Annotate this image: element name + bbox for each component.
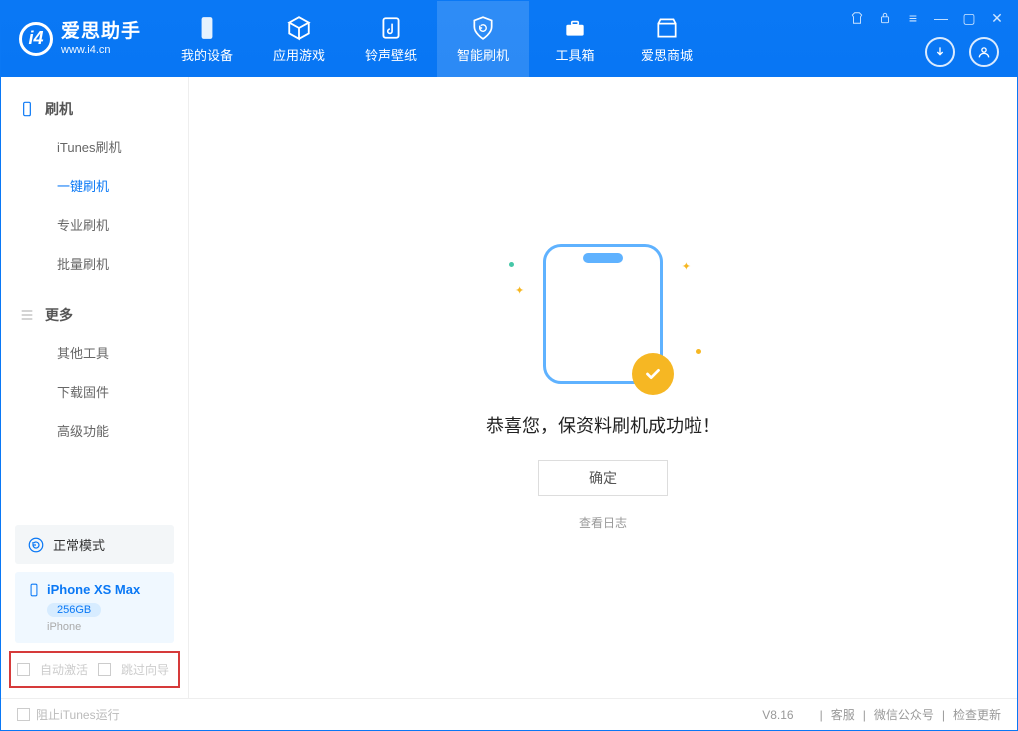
sidebar: 刷机 iTunes刷机 一键刷机 专业刷机 批量刷机 更多 其他工具 下载固件 … [1,77,189,698]
phone-small-icon [19,101,35,117]
app-window: i4 爱思助手 www.i4.cn 我的设备 应用游戏 铃声壁纸 智能刷机 [0,0,1018,731]
device-icon [27,583,41,597]
tab-store[interactable]: 爱思商城 [621,1,713,77]
download-button[interactable] [925,37,955,67]
decor-dot-icon [696,349,701,354]
close-button[interactable]: ✕ [985,7,1009,29]
music-file-icon [378,15,404,41]
device-card[interactable]: iPhone XS Max 256GB iPhone [15,572,174,643]
nav-section-more: 更多 其他工具 下载固件 高级功能 [1,283,188,450]
footer-link-update[interactable]: 检查更新 [953,706,1001,723]
tab-smart-flash[interactable]: 智能刷机 [437,1,529,77]
nav-header-more: 更多 [1,305,188,333]
nav-item-itunes-flash[interactable]: iTunes刷机 [1,127,188,166]
success-illustration: ✦ ✦ [543,244,663,384]
maximize-button[interactable]: ▢ [957,7,981,29]
nav-item-download-firmware[interactable]: 下载固件 [1,372,188,411]
nav-item-advanced[interactable]: 高级功能 [1,411,188,450]
nav-item-one-click-flash[interactable]: 一键刷机 [1,166,188,205]
toolbox-icon [562,15,588,41]
store-icon [654,15,680,41]
success-text: 恭喜您，保资料刷机成功啦！ [486,412,720,438]
menu-icon[interactable]: ≡ [901,7,925,29]
footer-link-wechat[interactable]: 微信公众号 [874,706,934,723]
list-icon [19,307,35,323]
nav-section-flash: 刷机 iTunes刷机 一键刷机 专业刷机 批量刷机 [1,77,188,283]
body: 刷机 iTunes刷机 一键刷机 专业刷机 批量刷机 更多 其他工具 下载固件 … [1,77,1017,698]
tab-ringtones-wallpapers[interactable]: 铃声壁纸 [345,1,437,77]
mode-card[interactable]: 正常模式 [15,525,174,564]
window-controls: ≡ ― ▢ ✕ [845,7,1009,29]
phone-outline-icon [543,244,663,384]
sidebar-bottom: 正常模式 iPhone XS Max 256GB iPhone 自动激活 跳过向… [1,517,188,698]
cube-icon [286,15,312,41]
options-row: 自动激活 跳过向导 [9,651,180,688]
skin-icon[interactable] [845,7,869,29]
device-name-row: iPhone XS Max [27,582,162,597]
device-type: iPhone [47,621,162,633]
logo-badge-icon: i4 [19,22,53,56]
auto-activate-label: 自动激活 [40,661,88,678]
device-name: iPhone XS Max [47,582,140,597]
top-tabs: 我的设备 应用游戏 铃声壁纸 智能刷机 工具箱 爱思商城 [161,1,713,77]
success-check-icon [632,353,674,395]
header: i4 爱思助手 www.i4.cn 我的设备 应用游戏 铃声壁纸 智能刷机 [1,1,1017,77]
version-label: V8.16 [762,708,793,722]
lock-icon[interactable] [873,7,897,29]
app-logo: i4 爱思助手 www.i4.cn [1,21,151,57]
nav-item-pro-flash[interactable]: 专业刷机 [1,205,188,244]
auto-activate-checkbox[interactable] [17,663,30,676]
footer: 阻止iTunes运行 V8.16 | 客服 | 微信公众号 | 检查更新 [1,698,1017,730]
phone-icon [194,15,220,41]
header-user-controls [925,37,999,67]
app-subtitle: www.i4.cn [61,44,141,57]
nav-item-other-tools[interactable]: 其他工具 [1,333,188,372]
tab-apps-games[interactable]: 应用游戏 [253,1,345,77]
footer-link-support[interactable]: 客服 [831,706,855,723]
ok-button[interactable]: 确定 [538,460,668,496]
app-title: 爱思助手 [61,21,141,44]
mode-label: 正常模式 [53,535,105,554]
device-storage: 256GB [47,603,101,617]
footer-right: V8.16 | 客服 | 微信公众号 | 检查更新 [762,706,1001,723]
tab-toolbox[interactable]: 工具箱 [529,1,621,77]
refresh-icon [27,536,45,554]
shield-refresh-icon [470,15,496,41]
block-itunes-label: 阻止iTunes运行 [36,706,120,723]
decor-dot-icon [509,262,514,267]
nav-header-flash: 刷机 [1,99,188,127]
main-content: ✦ ✦ 恭喜您，保资料刷机成功啦！ 确定 查看日志 [189,77,1017,698]
sparkle-icon: ✦ [515,284,524,297]
sparkle-icon: ✦ [682,260,691,273]
skip-wizard-checkbox[interactable] [98,663,111,676]
minimize-button[interactable]: ― [929,7,953,29]
skip-wizard-label: 跳过向导 [121,661,169,678]
block-itunes-checkbox[interactable] [17,708,30,721]
tab-my-device[interactable]: 我的设备 [161,1,253,77]
footer-left: 阻止iTunes运行 [17,706,120,723]
nav-item-batch-flash[interactable]: 批量刷机 [1,244,188,283]
view-log-link[interactable]: 查看日志 [579,514,627,531]
user-button[interactable] [969,37,999,67]
